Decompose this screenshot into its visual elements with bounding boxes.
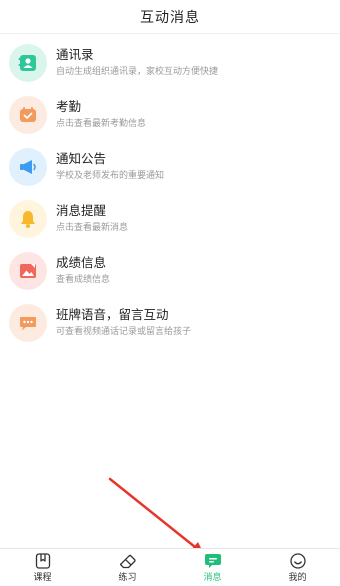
tab-profile[interactable]: 我的 xyxy=(255,549,340,586)
tab-messages[interactable]: 消息 xyxy=(170,549,255,586)
item-subtitle: 可查看视频通话记录或留言给孩子 xyxy=(56,327,192,337)
tab-label: 练习 xyxy=(118,572,137,583)
tab-label: 课程 xyxy=(33,572,52,583)
megaphone-icon xyxy=(9,148,47,186)
picture-icon xyxy=(9,252,47,290)
tab-label: 消息 xyxy=(203,572,222,583)
item-title: 消息提醒 xyxy=(56,203,107,218)
item-title: 成绩信息 xyxy=(56,255,107,270)
chat-bubble-icon xyxy=(9,304,47,342)
list-item-voice-messages[interactable]: 班牌语音，留言互动 可查看视频通话记录或留言给孩子 xyxy=(0,297,340,349)
header-bar: 互动消息 xyxy=(0,0,340,34)
item-title: 通讯录 xyxy=(56,47,94,62)
page-title: 互动消息 xyxy=(140,9,200,26)
message-icon xyxy=(204,553,221,568)
calendar-icon xyxy=(9,96,47,134)
tab-label: 我的 xyxy=(288,572,307,583)
list-item-attendance[interactable]: 考勤 点击查看最新考勤信息 xyxy=(0,89,340,141)
bottom-tab-bar: 课程 练习 消息 我的 xyxy=(0,548,340,586)
tab-course[interactable]: 课程 xyxy=(0,549,85,586)
list-item-reminders[interactable]: 消息提醒 点击查看最新消息 xyxy=(0,193,340,245)
list-item-contacts[interactable]: 通讯录 自动生成组织通讯录，家校互动方便快捷 xyxy=(0,37,340,89)
bell-icon xyxy=(9,200,47,238)
item-subtitle: 查看成绩信息 xyxy=(56,275,111,285)
item-title: 通知公告 xyxy=(56,151,107,166)
contacts-icon xyxy=(9,44,47,82)
item-subtitle: 学校及老师发布的重要通知 xyxy=(56,171,165,181)
tab-practice[interactable]: 练习 xyxy=(85,549,170,586)
item-title: 班牌语音，留言互动 xyxy=(56,307,169,322)
message-list: 通讯录 自动生成组织通讯录，家校互动方便快捷 考勤 点击查看最新考勤信息 通知公… xyxy=(0,37,340,349)
item-subtitle: 自动生成组织通讯录，家校互动方便快捷 xyxy=(56,67,219,77)
eraser-icon xyxy=(119,554,136,568)
bookmark-icon xyxy=(35,552,50,569)
item-subtitle: 点击查看最新考勤信息 xyxy=(56,119,147,129)
item-subtitle: 点击查看最新消息 xyxy=(56,223,129,233)
item-title: 考勤 xyxy=(56,99,82,114)
smile-icon xyxy=(289,552,306,569)
list-item-grades[interactable]: 成绩信息 查看成绩信息 xyxy=(0,245,340,297)
list-item-notices[interactable]: 通知公告 学校及老师发布的重要通知 xyxy=(0,141,340,193)
